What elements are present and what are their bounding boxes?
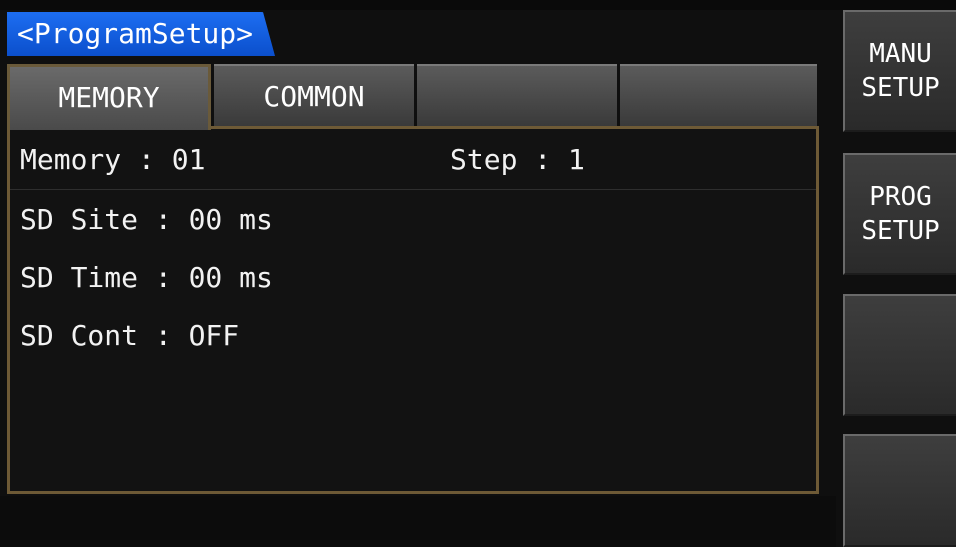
status-strip xyxy=(0,496,836,547)
tab-common[interactable]: COMMON xyxy=(214,64,414,126)
row-divider xyxy=(10,189,816,190)
top-strip xyxy=(0,0,956,10)
tab-empty-4[interactable] xyxy=(620,64,817,126)
sd-cont-field[interactable]: SD Cont : OFF xyxy=(20,319,239,352)
softkey-label-line2: SETUP xyxy=(861,73,940,103)
prog-setup-button[interactable]: PROG SETUP xyxy=(843,153,956,275)
step-field[interactable]: Step : 1 xyxy=(450,143,585,176)
tab-empty-3[interactable] xyxy=(417,64,617,126)
instrument-screen: <ProgramSetup> MEMORY COMMON Memory : 01… xyxy=(0,0,956,547)
sd-site-field[interactable]: SD Site : 00 ms xyxy=(20,203,273,236)
softkey-4-button[interactable] xyxy=(843,434,956,547)
memory-panel: Memory : 01 Step : 1 SD Site : 00 ms SD … xyxy=(7,126,819,494)
sd-time-field[interactable]: SD Time : 00 ms xyxy=(20,261,273,294)
tab-memory[interactable]: MEMORY xyxy=(7,64,211,130)
memory-field[interactable]: Memory : 01 xyxy=(20,143,205,176)
softkey-label-line1: PROG xyxy=(869,182,932,212)
softkey-3-button[interactable] xyxy=(843,294,956,416)
tab-bar: MEMORY COMMON xyxy=(7,64,817,130)
page-title: <ProgramSetup> xyxy=(7,12,275,56)
softkey-column: MANU SETUP PROG SETUP xyxy=(843,10,956,547)
softkey-label-line2: SETUP xyxy=(861,216,940,246)
manu-setup-button[interactable]: MANU SETUP xyxy=(843,10,956,132)
softkey-label-line1: MANU xyxy=(869,39,932,69)
